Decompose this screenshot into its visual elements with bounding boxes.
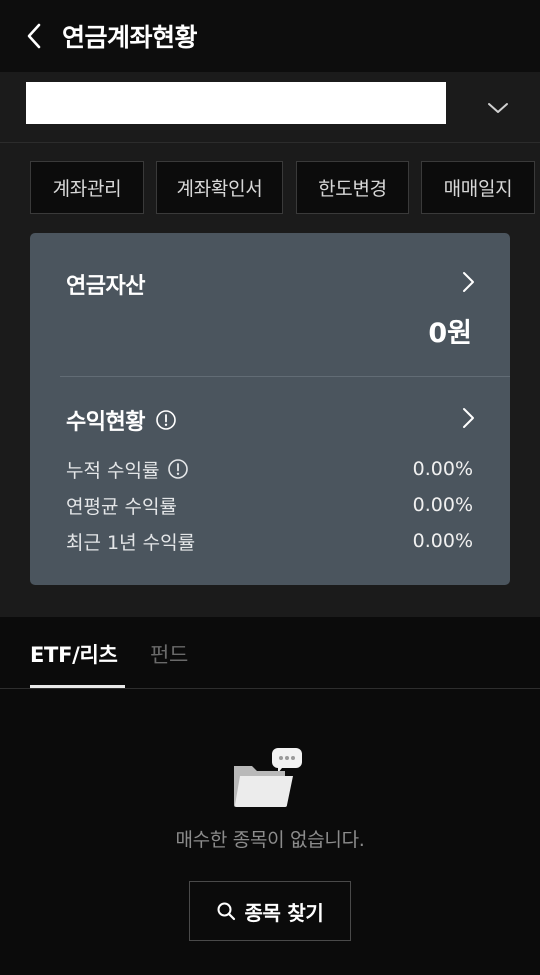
trading-journal-button[interactable]: 매매일지: [421, 161, 535, 214]
returns-header: 수익현황: [66, 404, 177, 436]
recent-year-return-row: 최근 1년 수익률 0.00%: [66, 528, 473, 554]
cumulative-return-value: 0.00%: [412, 458, 473, 480]
cumulative-return-row: 누적 수익률 0.00%: [66, 456, 473, 482]
tab-fund[interactable]: 펀드: [150, 639, 188, 669]
account-number-field[interactable]: [26, 82, 446, 124]
holdings-tabs: ETF/리츠 펀드: [0, 617, 540, 689]
annual-average-return-label: 연평균 수익률: [66, 495, 177, 518]
app-header: 연금계좌현황: [0, 0, 540, 72]
account-dropdown-button[interactable]: [474, 84, 522, 132]
card-divider: [60, 376, 510, 377]
account-certificate-button[interactable]: 계좌확인서: [156, 161, 283, 214]
chevron-left-icon: [27, 23, 41, 49]
search-icon: [217, 902, 236, 921]
empty-state: 매수한 종목이 없습니다. 종목 찾기: [0, 690, 540, 975]
folder-chat-icon: [234, 748, 302, 807]
limit-change-button[interactable]: 한도변경: [296, 161, 409, 214]
find-stocks-label: 종목 찾기: [244, 900, 324, 925]
pension-asset-title[interactable]: 연금자산: [66, 268, 145, 300]
annual-average-return-value: 0.00%: [412, 494, 473, 516]
returns-title[interactable]: 수익현황: [66, 404, 145, 436]
info-icon[interactable]: [155, 409, 177, 431]
chevron-down-icon: [488, 103, 508, 113]
info-icon[interactable]: [167, 458, 189, 480]
recent-year-return-value: 0.00%: [412, 530, 473, 552]
account-summary-section: 계좌관리 계좌확인서 한도변경 매매일지 연금자산 0원 수익현황 누적 수익률: [0, 72, 540, 617]
pension-asset-value: 0원: [428, 318, 472, 349]
page-title: 연금계좌현황: [62, 23, 198, 52]
annual-average-return-row: 연평균 수익률 0.00%: [66, 492, 473, 518]
pension-asset-card: 연금자산 0원 수익현황 누적 수익률 0.00% 연평균 수익률 0.00% …: [30, 233, 510, 585]
active-tab-indicator: [30, 685, 125, 688]
chevron-right-icon[interactable]: [458, 270, 478, 294]
chevron-right-icon[interactable]: [458, 406, 478, 430]
cumulative-return-label: 누적 수익률: [66, 459, 160, 482]
empty-message: 매수한 종목이 없습니다.: [175, 829, 365, 851]
account-manage-button[interactable]: 계좌관리: [30, 161, 144, 214]
tab-etf-reits[interactable]: ETF/리츠: [30, 639, 118, 669]
recent-year-return-label: 최근 1년 수익률: [66, 531, 196, 554]
find-stocks-button[interactable]: 종목 찾기: [189, 881, 351, 941]
back-button[interactable]: [4, 0, 64, 72]
account-selector: [0, 72, 540, 143]
rate-label-group: 누적 수익률: [66, 456, 189, 483]
